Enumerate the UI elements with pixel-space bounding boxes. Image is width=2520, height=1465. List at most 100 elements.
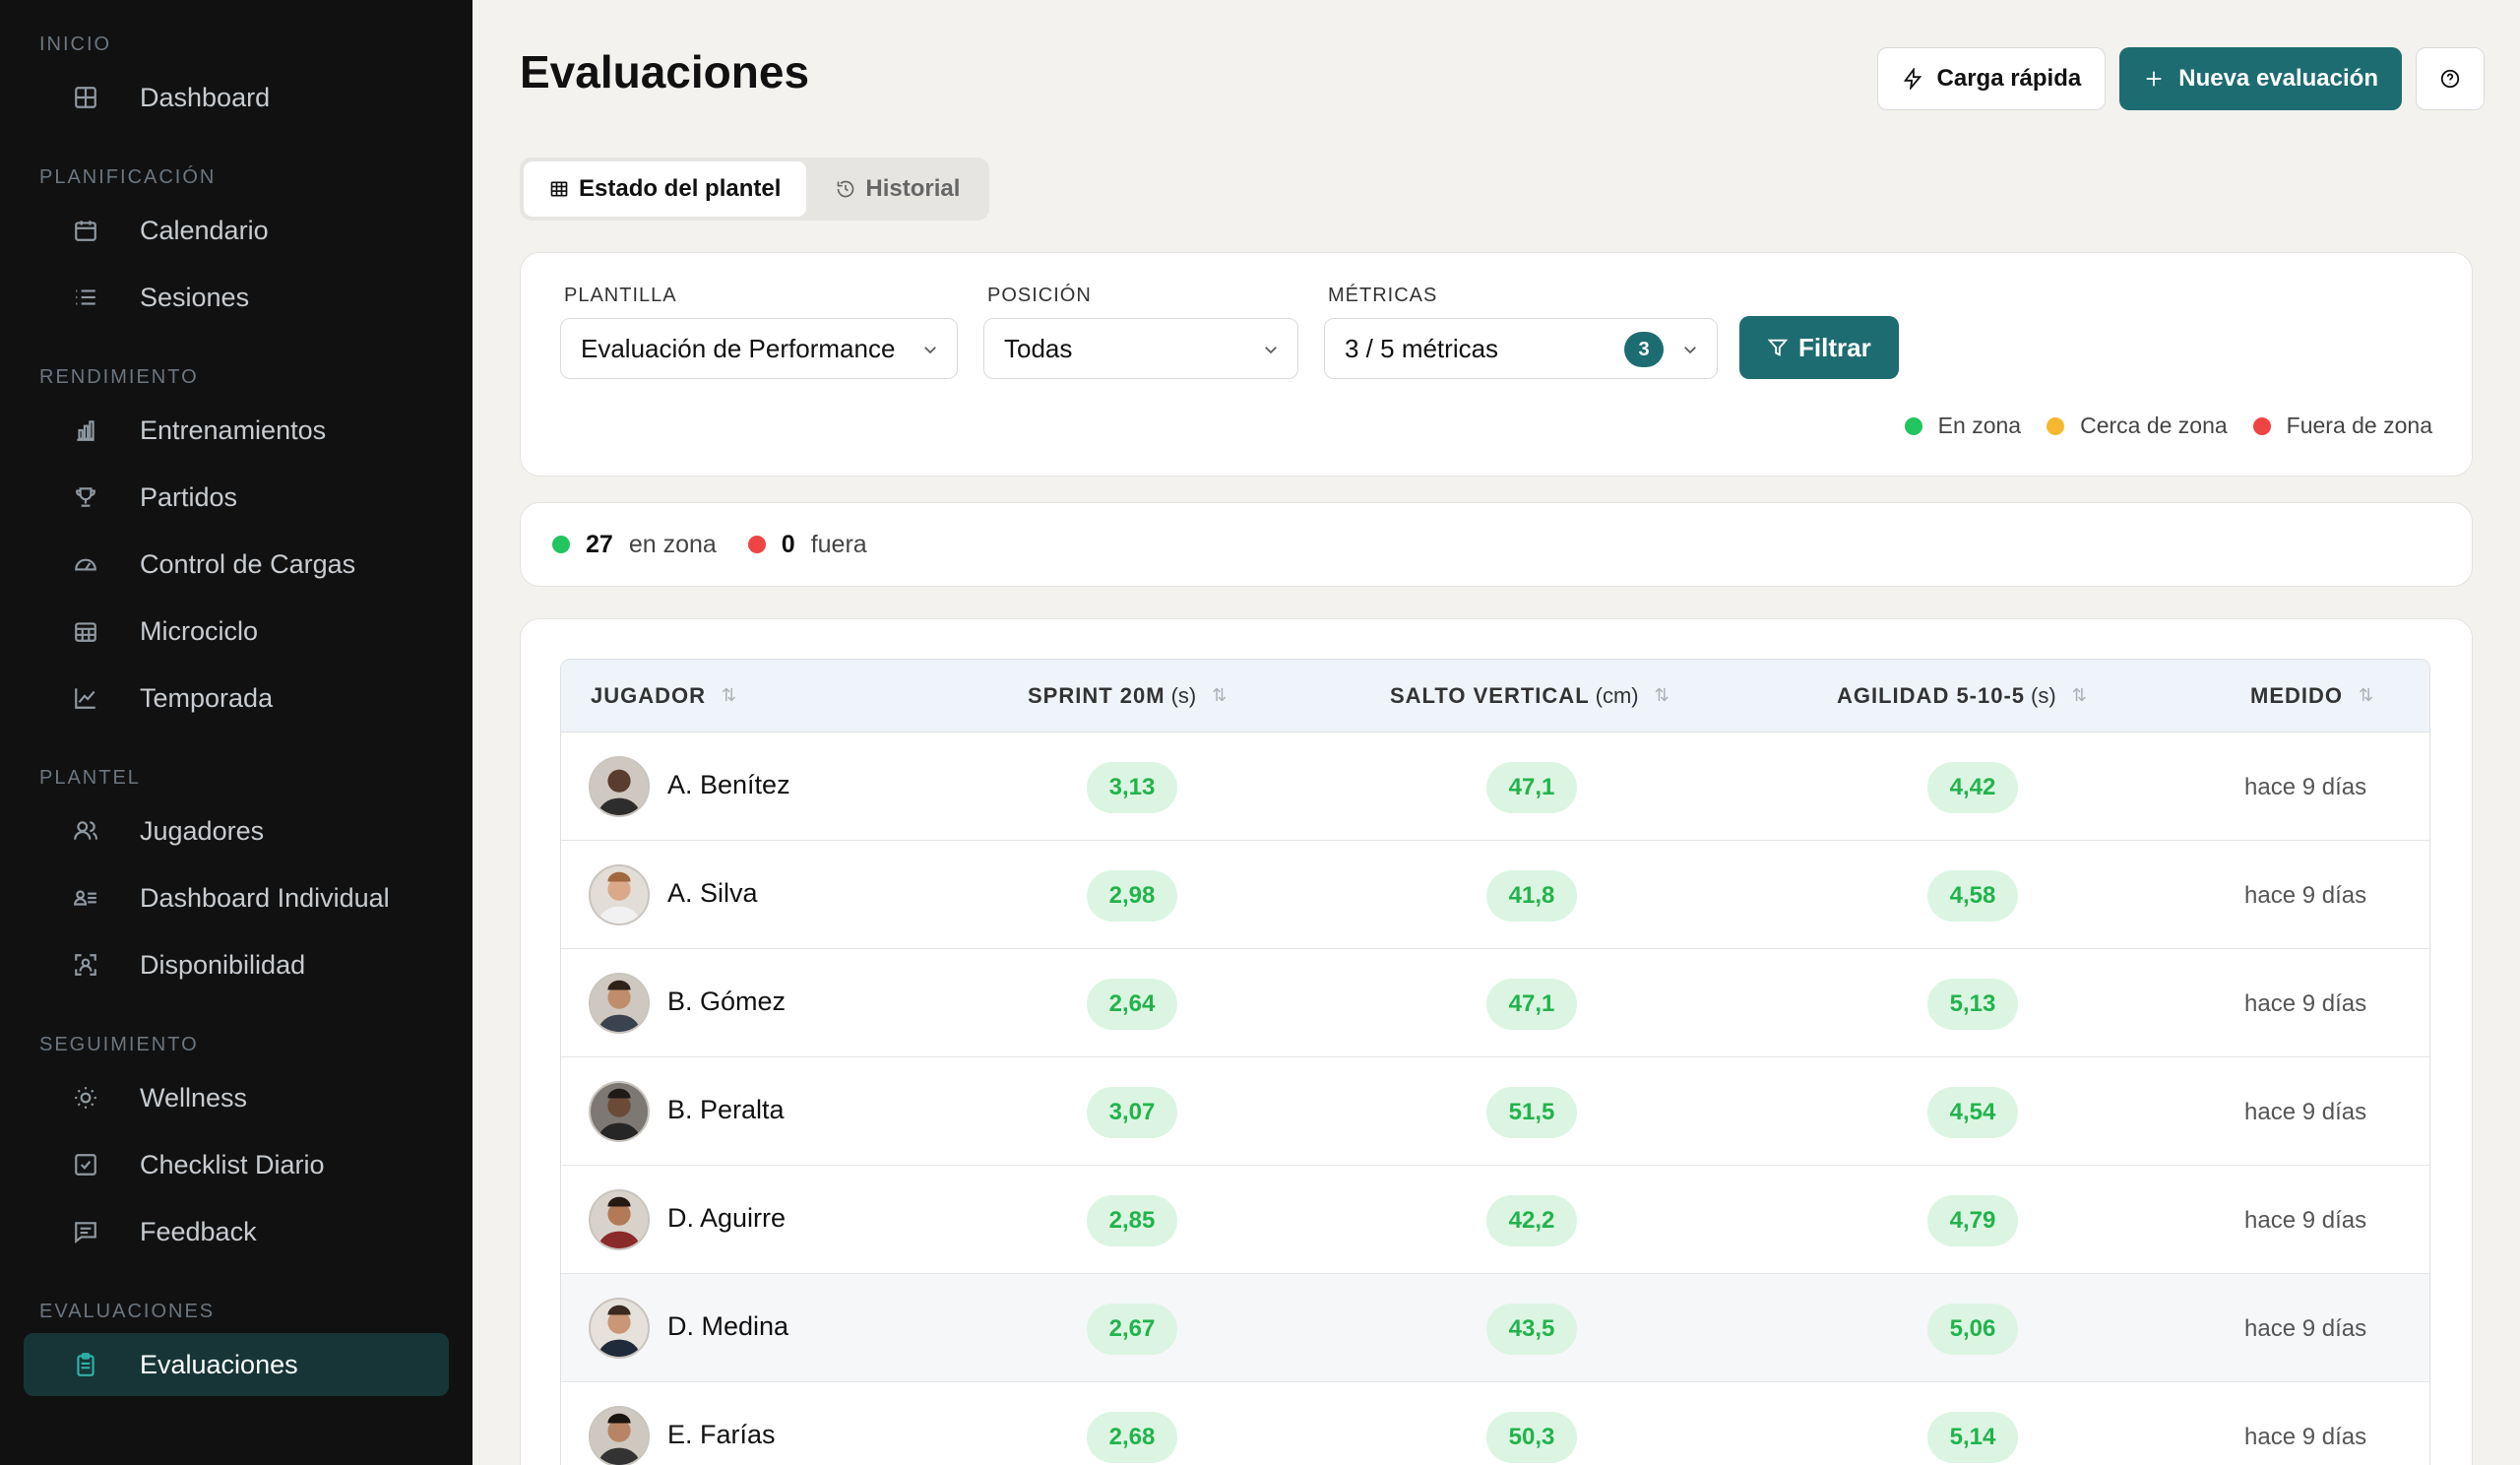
nav-group-plantel: PLANTEL Jugadores Dashboard Individual D… xyxy=(0,767,472,996)
nav-group-seguimiento: SEGUIMIENTO Wellness Checklist Diario Fe… xyxy=(0,1034,472,1263)
sidebar-item-disponibilidad[interactable]: Disponibilidad xyxy=(24,933,449,996)
avatar xyxy=(589,973,650,1034)
sidebar-item-partidos[interactable]: Partidos xyxy=(24,466,449,529)
status-dot xyxy=(2047,416,2065,435)
sort-icon: ⇅ xyxy=(1212,685,1228,705)
sprint-value: 2,68 xyxy=(1087,1412,1177,1463)
agilidad-value: 5,14 xyxy=(1927,1412,2018,1463)
metrics-label: MÉTRICAS xyxy=(1328,285,1438,306)
sidebar-item-dashboard-individual[interactable]: Dashboard Individual xyxy=(24,866,449,929)
plus-icon xyxy=(2146,71,2162,87)
in-zone-count: 27 xyxy=(586,530,613,558)
column-header-agilidad[interactable]: AGILIDAD 5-10-5 (s) ⇅ xyxy=(1837,683,2088,709)
nav-group-planificacion: PLANIFICACIÓN Calendario Sesiones xyxy=(0,166,472,329)
template-label: PLANTILLA xyxy=(564,285,677,306)
users-icon xyxy=(71,816,100,846)
sidebar: INICIO Dashboard PLANIFICACIÓN Calendari… xyxy=(0,0,472,1465)
filter-button[interactable]: Filtrar xyxy=(1739,316,1899,379)
section-title: RENDIMIENTO xyxy=(39,366,199,388)
gauge-icon xyxy=(71,549,100,579)
sidebar-item-evaluaciones[interactable]: Evaluaciones xyxy=(24,1333,449,1396)
page-title: Evaluaciones xyxy=(520,46,810,97)
sidebar-item-wellness[interactable]: Wellness xyxy=(24,1066,449,1129)
salto-value: 43,5 xyxy=(1486,1304,1577,1355)
sidebar-item-feedback[interactable]: Feedback xyxy=(24,1200,449,1263)
summary-card: 27 en zona 0 fuera xyxy=(520,502,2473,587)
column-label: SALTO VERTICAL xyxy=(1390,682,1590,708)
section-title: EVALUACIONES xyxy=(39,1301,216,1322)
sidebar-item-entrenamientos[interactable]: Entrenamientos xyxy=(24,399,449,462)
column-label: JUGADOR xyxy=(591,682,707,708)
table-row[interactable]: E. Farías 2,68 50,3 5,14 hace 9 días xyxy=(561,1382,2429,1465)
column-header-salto[interactable]: SALTO VERTICAL (cm) ⇅ xyxy=(1390,683,1670,709)
list-icon xyxy=(71,283,100,312)
table-row[interactable]: B. Gómez 2,64 47,1 5,13 hace 9 días xyxy=(561,949,2429,1057)
nav-group-inicio: INICIO Dashboard xyxy=(0,33,472,129)
filter-button-label: Filtrar xyxy=(1798,332,1871,362)
sidebar-item-label: Sesiones xyxy=(140,282,250,312)
column-header-medido[interactable]: MEDIDO ⇅ xyxy=(2250,683,2374,709)
tab-historial[interactable]: Historial xyxy=(810,161,985,217)
agilidad-value: 4,79 xyxy=(1927,1195,2018,1246)
position-value: Todas xyxy=(1004,333,1073,363)
scan-user-icon xyxy=(71,950,100,980)
table-row[interactable]: D. Aguirre 2,85 42,2 4,79 hace 9 días xyxy=(561,1166,2429,1274)
sidebar-item-jugadores[interactable]: Jugadores xyxy=(24,799,449,862)
sidebar-item-label: Feedback xyxy=(140,1216,257,1246)
status-dot xyxy=(552,536,570,553)
sidebar-item-temporada[interactable]: Temporada xyxy=(24,667,449,730)
help-button[interactable] xyxy=(2416,47,2485,110)
legend-item-fuera-zona: Fuera de zona xyxy=(2252,413,2432,439)
bar-chart-icon xyxy=(71,415,100,445)
table-card: JUGADOR ⇅ SPRINT 20M (s) ⇅ SALTO VERTICA… xyxy=(520,618,2473,1465)
status-dot xyxy=(2252,416,2271,435)
column-unit: (s) xyxy=(2031,682,2056,708)
table-row[interactable]: A. Silva 2,98 41,8 4,58 hace 9 días xyxy=(561,841,2429,949)
sort-icon: ⇅ xyxy=(722,685,738,705)
sort-icon: ⇅ xyxy=(2071,685,2088,705)
status-dot xyxy=(747,536,766,553)
out-label: fuera xyxy=(810,530,867,558)
sidebar-item-checklist[interactable]: Checklist Diario xyxy=(24,1133,449,1196)
zone-legend: En zona Cerca de zona Fuera de zona xyxy=(1904,413,2432,439)
sidebar-item-calendario[interactable]: Calendario xyxy=(24,199,449,262)
column-header-sprint[interactable]: SPRINT 20M (s) ⇅ xyxy=(1028,683,1228,709)
sidebar-item-label: Dashboard xyxy=(140,82,271,112)
metrics-select[interactable]: 3 / 5 métricas 3 xyxy=(1324,318,1718,379)
player-name: B. Gómez xyxy=(667,987,787,1016)
table-row[interactable]: A. Benítez 3,13 47,1 4,42 hace 9 días xyxy=(561,732,2429,841)
player-name: E. Farías xyxy=(667,1420,776,1449)
agilidad-value: 4,54 xyxy=(1927,1087,2018,1138)
sprint-value: 2,85 xyxy=(1087,1195,1177,1246)
sidebar-item-microciclo[interactable]: Microciclo xyxy=(24,600,449,663)
measured-time: hace 9 días xyxy=(2244,990,2367,1017)
position-select[interactable]: Todas xyxy=(983,318,1298,379)
legend-label: En zona xyxy=(1937,413,2022,438)
quick-load-label: Carga rápida xyxy=(1936,65,2082,92)
sidebar-item-label: Disponibilidad xyxy=(140,949,306,980)
template-select[interactable]: Evaluación de Performance xyxy=(560,318,958,379)
quick-load-button[interactable]: Carga rápida xyxy=(1876,47,2107,110)
table-row[interactable]: B. Peralta 3,07 51,5 4,54 hace 9 días xyxy=(561,1057,2429,1166)
sprint-value: 3,07 xyxy=(1087,1087,1177,1138)
table-row[interactable]: D. Medina 2,67 43,5 5,06 hace 9 días xyxy=(561,1274,2429,1382)
out-count: 0 xyxy=(781,530,795,558)
nav-group-evaluaciones: EVALUACIONES Evaluaciones xyxy=(0,1301,472,1396)
avatar xyxy=(589,756,650,817)
calendar-grid-icon xyxy=(71,616,100,646)
tab-estado-plantel[interactable]: Estado del plantel xyxy=(524,161,807,217)
column-label: SPRINT 20M xyxy=(1028,682,1166,708)
user-list-icon xyxy=(71,883,100,913)
metrics-count-badge: 3 xyxy=(1624,332,1664,367)
sidebar-item-sesiones[interactable]: Sesiones xyxy=(24,266,449,329)
measured-time: hace 9 días xyxy=(2244,1099,2367,1125)
legend-label: Cerca de zona xyxy=(2080,413,2228,438)
chevron-down-icon xyxy=(1265,347,1277,354)
sidebar-item-control-cargas[interactable]: Control de Cargas xyxy=(24,533,449,596)
new-evaluation-button[interactable]: Nueva evaluación xyxy=(2119,47,2402,110)
sidebar-item-label: Evaluaciones xyxy=(140,1349,298,1379)
filter-card: PLANTILLA Evaluación de Performance POSI… xyxy=(520,252,2473,477)
sidebar-item-dashboard[interactable]: Dashboard xyxy=(24,66,449,129)
column-header-jugador[interactable]: JUGADOR ⇅ xyxy=(591,683,737,709)
main-content: Evaluaciones Carga rápida Nueva evaluaci… xyxy=(472,0,2520,1465)
